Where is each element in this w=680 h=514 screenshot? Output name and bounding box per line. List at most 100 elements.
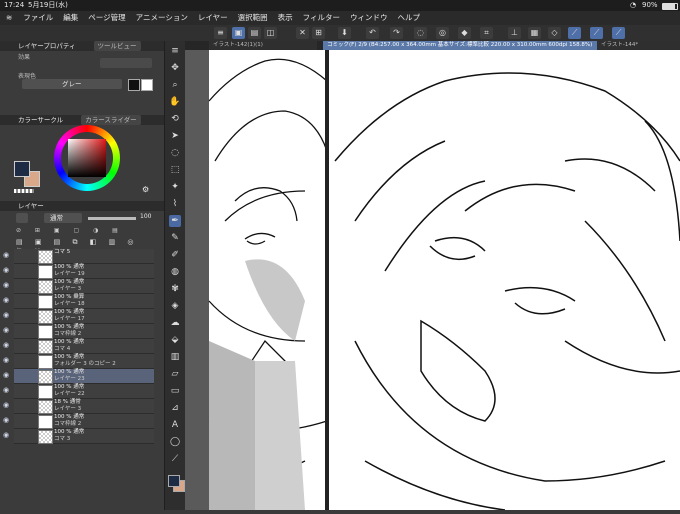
menu-layer[interactable]: レイヤー: [193, 11, 233, 25]
canvas-area[interactable]: [185, 41, 680, 511]
eye-icon[interactable]: ◉: [3, 327, 10, 334]
app-icon[interactable]: ≋: [0, 11, 18, 25]
layer-row[interactable]: ◉ 100 % 通常 レイヤー 19: [3, 264, 154, 279]
layer-row[interactable]: ◉ 100 % 通常 レイヤー 17: [3, 309, 154, 324]
layer-row[interactable]: ◉ 100 % 通常 レイヤー 3: [3, 279, 154, 294]
layer-settings-icon[interactable]: ▤: [248, 27, 261, 39]
color-slider-tab[interactable]: カラースライダー: [81, 115, 141, 125]
menu-filter[interactable]: フィルター: [298, 11, 345, 25]
wand-tool-icon[interactable]: ✦: [169, 181, 181, 193]
airbrush-tool-icon[interactable]: ◍: [169, 266, 181, 278]
rotate-tool-icon[interactable]: ⟲: [169, 113, 181, 125]
color-circle-title[interactable]: カラーサークル: [18, 116, 63, 124]
snap-icon[interactable]: ◌: [414, 27, 427, 39]
layer-row[interactable]: ◉ 100 % 通常 コマ 4: [3, 339, 154, 354]
ruler-snap-icon[interactable]: ⊥: [508, 27, 521, 39]
layer-row[interactable]: ◉ 18 % 通常 レイヤー 3: [3, 399, 154, 414]
eye-icon[interactable]: ◉: [3, 342, 10, 349]
eraser-tool-icon[interactable]: ◈: [169, 300, 181, 312]
text-tool-icon[interactable]: A: [169, 419, 181, 431]
undo-icon[interactable]: ↶: [366, 27, 379, 39]
hamburger-icon[interactable]: ≡: [214, 27, 227, 39]
eye-icon[interactable]: ◉: [3, 432, 10, 439]
eye-icon[interactable]: ◉: [3, 402, 10, 409]
pen-preset-3-icon[interactable]: ⟋: [612, 27, 625, 39]
color-settings-icon[interactable]: ⚙: [142, 185, 149, 194]
fill-icon[interactable]: ◆: [458, 27, 471, 39]
grid-icon[interactable]: ▦: [528, 27, 541, 39]
frame-tool-icon[interactable]: ▭: [169, 385, 181, 397]
main-color-swatch[interactable]: [14, 161, 30, 177]
clear-icon[interactable]: ✕: [296, 27, 309, 39]
menu-window[interactable]: ウィンドウ: [345, 11, 393, 25]
layer-row[interactable]: ◉ 100 % 通常 フォルダー 3 のコピー 2: [3, 354, 154, 369]
transform-icon[interactable]: ⊞: [312, 27, 325, 39]
pen-preset-2-icon[interactable]: ⟋: [590, 27, 603, 39]
opacity-slider[interactable]: [88, 217, 136, 220]
doc-tab-3[interactable]: イラスト-144*: [597, 41, 680, 50]
saturation-value-square[interactable]: [68, 139, 106, 177]
new-layer-icon[interactable]: ▣: [232, 27, 245, 39]
pencil-tool-icon[interactable]: ✎: [169, 232, 181, 244]
blend-mode-select[interactable]: 通常: [44, 213, 82, 223]
tool-view-tab[interactable]: ツールビュー: [93, 41, 141, 51]
menu-tool-icon[interactable]: ≡: [169, 45, 181, 57]
layer-command-icons[interactable]: ▤ ▣ ▤ ⧉ ◧ ▥ ◎ ⚐ ✕ ◼: [16, 238, 156, 255]
layer-row[interactable]: ◉ 100 % 通常 レイヤー 22: [3, 384, 154, 399]
brush-tool-icon[interactable]: ✐: [169, 249, 181, 261]
layer-row[interactable]: ◉ 100 % 通常 コマ枠線 2: [3, 324, 154, 339]
page-icon[interactable]: ◫: [264, 27, 277, 39]
eye-icon[interactable]: ◉: [3, 372, 10, 379]
pen-tool-icon[interactable]: ✒: [169, 215, 181, 227]
layer-row[interactable]: ◉ コマ 5: [3, 249, 154, 264]
layer-lock-icons[interactable]: ⊘ ⊞ ▣ ▢ ◑ ▤: [16, 227, 156, 235]
doc-tab-2[interactable]: コミック(F) 2/9 (B4:257.00 x 364.00mm 基本サイズ:…: [323, 41, 601, 50]
select-all-icon[interactable]: ◎: [436, 27, 449, 39]
decoration-tool-icon[interactable]: ✾: [169, 283, 181, 295]
menu-view[interactable]: 表示: [273, 11, 298, 25]
eye-icon[interactable]: ◉: [3, 282, 10, 289]
eye-icon[interactable]: ◉: [3, 252, 10, 259]
special-ruler-icon[interactable]: ◇: [548, 27, 561, 39]
lasso-tool-icon[interactable]: ◌: [169, 147, 181, 159]
manga-canvas[interactable]: [185, 41, 680, 511]
tool-main-color[interactable]: [168, 475, 180, 487]
zoom-tool-icon[interactable]: ⌕: [169, 79, 181, 91]
operation-tool-icon[interactable]: ➤: [169, 130, 181, 142]
layer-color-white[interactable]: [141, 79, 153, 91]
blend-tool-icon[interactable]: ☁: [169, 317, 181, 329]
balloon-tool-icon[interactable]: ◯: [169, 436, 181, 448]
save-icon[interactable]: ⬇: [338, 27, 351, 39]
fill-tool-icon[interactable]: ⬙: [169, 334, 181, 346]
menu-page[interactable]: ページ管理: [83, 11, 130, 25]
layer-row[interactable]: ◉ 100 % 通常 レイヤー 23: [3, 369, 154, 384]
menu-file[interactable]: ファイル: [18, 11, 58, 25]
crop-icon[interactable]: ⌗: [480, 27, 493, 39]
layer-row[interactable]: ◉ 100 % 通常 コマ 3: [3, 429, 154, 444]
figure-tool-icon[interactable]: ▱: [169, 368, 181, 380]
correction-tool-icon[interactable]: ⟋: [169, 453, 181, 465]
menu-help[interactable]: ヘルプ: [393, 11, 426, 25]
eye-icon[interactable]: ◉: [3, 312, 10, 319]
menu-selection[interactable]: 選択範囲: [233, 11, 273, 25]
doc-tab-1[interactable]: イラスト-142(1)(1): [209, 41, 317, 50]
pen-preset-1-icon[interactable]: ⟋: [568, 27, 581, 39]
select-tool-icon[interactable]: ⬚: [169, 164, 181, 176]
color-mode-select[interactable]: グレー: [22, 79, 122, 89]
move-tool-icon[interactable]: ✥: [169, 62, 181, 74]
eye-icon[interactable]: ◉: [3, 417, 10, 424]
layer-property-title[interactable]: レイヤープロパティ: [18, 42, 76, 50]
layer-panel-title[interactable]: レイヤー: [18, 202, 44, 210]
layer-row[interactable]: ◉ 100 % 乗算 レイヤー 18: [3, 294, 154, 309]
ruler-tool-icon[interactable]: ⊿: [169, 402, 181, 414]
hand-tool-icon[interactable]: ✋: [169, 96, 181, 108]
layer-color-black[interactable]: [128, 79, 140, 91]
gradient-tool-icon[interactable]: ▥: [169, 351, 181, 363]
effect-buttons[interactable]: [100, 58, 152, 68]
eye-icon[interactable]: ◉: [3, 387, 10, 394]
layer-row[interactable]: ◉ 100 % 通常 コマ枠線 2: [3, 414, 154, 429]
transparent-swatch[interactable]: [14, 189, 34, 193]
layer-type-select[interactable]: [16, 213, 28, 223]
eye-icon[interactable]: ◉: [3, 267, 10, 274]
menu-animation[interactable]: アニメーション: [131, 11, 193, 25]
